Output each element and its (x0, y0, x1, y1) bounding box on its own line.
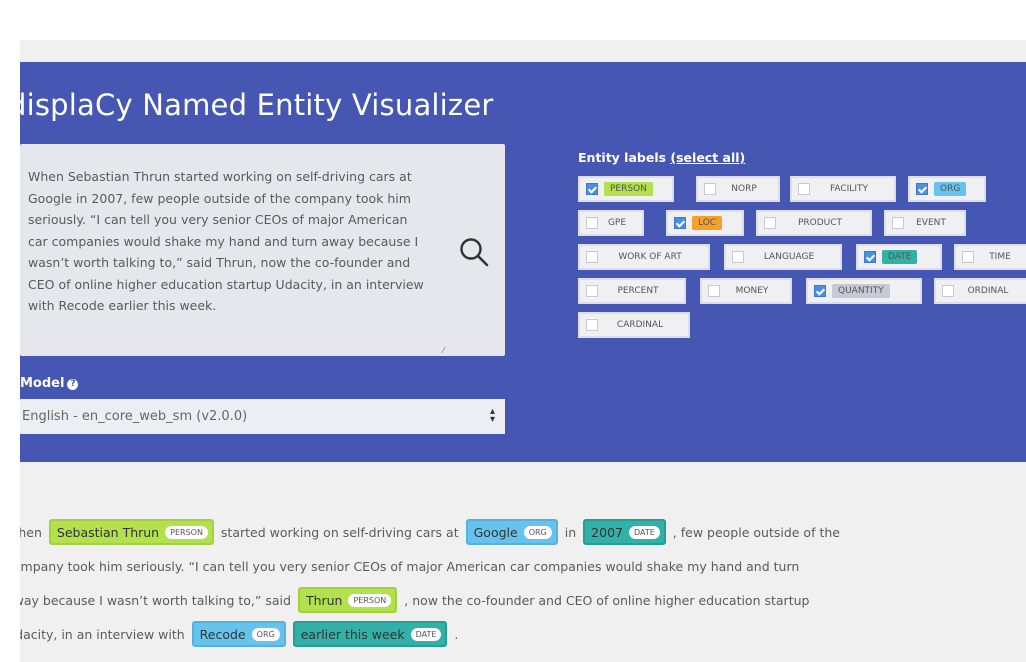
entity-label-text: QUANTITY (832, 284, 890, 298)
entity-label-text: ORG (934, 182, 967, 196)
page-title: displaCy Named Entity Visualizer (20, 88, 494, 122)
model-label: Model? (20, 376, 79, 391)
entity-label-ordinal[interactable]: ORDINAL (934, 278, 1026, 304)
entity-person: Sebastian Thrun PERSON (48, 519, 214, 545)
output-text: , few people outside of the (672, 524, 840, 540)
entity-text: Recode (199, 626, 246, 642)
entity-label-text: FACILITY (830, 184, 868, 194)
entity-org: Google ORG (465, 519, 558, 545)
output-text: started working on self-driving cars at (220, 524, 459, 540)
entity-label-text: TIME (989, 252, 1011, 262)
checkbox-icon[interactable] (704, 183, 716, 195)
search-button[interactable] (456, 234, 494, 272)
output-text: Udacity, in an interview with (20, 626, 185, 642)
output-line-2: company took him seriously. “I can tell … (20, 552, 799, 580)
output-line-4: Udacity, in an interview with Recode ORG … (20, 620, 458, 648)
output-text: in (564, 524, 577, 540)
output-text: away because I wasn’t worth talking to,”… (20, 592, 291, 608)
entity-tag: DATE (628, 525, 660, 539)
entity-label-text: MONEY (735, 286, 769, 296)
entity-label-norp[interactable]: NORP (696, 176, 780, 202)
entity-text: Google (473, 524, 518, 540)
output-text: . (454, 626, 459, 642)
output-text: , now the co-founder and CEO of online h… (404, 592, 810, 608)
entity-label-quantity[interactable]: QUANTITY (806, 278, 922, 304)
checkbox-icon[interactable] (916, 183, 928, 195)
entity-label-text: EVENT (916, 218, 946, 228)
entity-text: earlier this week (300, 626, 405, 642)
entity-org: Recode ORG (191, 621, 286, 647)
entity-label-work-of-art[interactable]: WORK OF ART (578, 244, 710, 270)
checkbox-icon[interactable] (864, 251, 876, 263)
model-label-text: Model (20, 376, 65, 391)
output-text: When (20, 524, 42, 540)
checkbox-icon[interactable] (586, 251, 598, 263)
output-line-1: When Sebastian Thrun PERSON started worki… (20, 518, 840, 546)
checkbox-icon[interactable] (732, 251, 744, 263)
app-frame: displaCy Named Entity Visualizer When Se… (20, 40, 1026, 662)
entity-label-gpe[interactable]: GPE (578, 210, 644, 236)
entity-label-money[interactable]: MONEY (700, 278, 792, 304)
entity-label-cardinal[interactable]: CARDINAL (578, 312, 690, 338)
checkbox-icon[interactable] (708, 285, 720, 297)
select-arrows-icon: ▴ ▾ (489, 406, 495, 425)
model-select-value: English - en_core_web_sm (v2.0.0) (22, 409, 248, 424)
checkbox-icon[interactable] (586, 319, 598, 331)
entity-label-percent[interactable]: PERCENT (578, 278, 686, 304)
entity-text: Sebastian Thrun (56, 524, 160, 540)
entity-label-text: LOC (692, 216, 723, 230)
entity-label-text: NORP (731, 184, 757, 194)
entity-label-text: WORK OF ART (618, 252, 682, 262)
checkbox-icon[interactable] (764, 217, 776, 229)
output-line-3: away because I wasn’t worth talking to,”… (20, 586, 809, 614)
entity-text: Thrun (305, 592, 343, 608)
entity-label-text: DATE (882, 250, 918, 264)
entity-tag: PERSON (165, 525, 208, 539)
info-icon[interactable]: ? (67, 379, 79, 390)
entity-label-language[interactable]: LANGUAGE (724, 244, 842, 270)
entity-label-event[interactable]: EVENT (884, 210, 966, 236)
entity-labels-heading: Entity labels (select all) (578, 150, 745, 165)
checkbox-icon[interactable] (798, 183, 810, 195)
entity-person: Thrun PERSON (297, 587, 398, 613)
entity-date: 2007 DATE (583, 519, 666, 545)
entity-label-text: PRODUCT (797, 218, 843, 228)
entity-label-text: LANGUAGE (763, 252, 815, 262)
top-strip (20, 40, 1026, 62)
entity-label-product[interactable]: PRODUCT (756, 210, 872, 236)
hero-panel: displaCy Named Entity Visualizer When Se… (20, 62, 1026, 462)
entity-tag: ORG (523, 525, 552, 539)
checkbox-icon[interactable] (586, 217, 598, 229)
entity-label-org[interactable]: ORG (908, 176, 986, 202)
checkbox-icon[interactable] (962, 251, 974, 263)
entity-label-text: PERSON (604, 182, 653, 196)
checkbox-icon[interactable] (674, 217, 686, 229)
entity-label-loc[interactable]: LOC (666, 210, 744, 236)
entity-text: 2007 (591, 524, 623, 540)
entity-labels-title: Entity labels (578, 150, 667, 165)
entity-label-facility[interactable]: FACILITY (790, 176, 896, 202)
checkbox-icon[interactable] (586, 285, 598, 297)
entity-tag: PERSON (348, 593, 392, 607)
entity-tag: DATE (410, 627, 442, 641)
output-text: company took him seriously. “I can tell … (20, 558, 800, 574)
model-select[interactable]: English - en_core_web_sm (v2.0.0) ▴ ▾ (20, 399, 505, 434)
entity-date: earlier this week DATE (292, 621, 448, 647)
select-all-link[interactable]: (select all) (670, 150, 745, 165)
entity-label-text: GPE (607, 218, 627, 228)
entity-label-time[interactable]: TIME (954, 244, 1026, 270)
checkbox-icon[interactable] (586, 183, 598, 195)
entity-label-text: CARDINAL (616, 320, 664, 330)
text-input[interactable]: When Sebastian Thrun started working on … (20, 144, 505, 356)
checkbox-icon[interactable] (892, 217, 904, 229)
search-icon (460, 238, 489, 267)
checkbox-icon[interactable] (942, 285, 954, 297)
entity-label-date[interactable]: DATE (856, 244, 942, 270)
checkbox-icon[interactable] (814, 285, 826, 297)
entity-label-text: ORDINAL (967, 286, 1009, 296)
entity-tag: ORG (251, 627, 280, 641)
entity-label-person[interactable]: PERSON (578, 176, 674, 202)
entity-label-text: PERCENT (617, 286, 659, 296)
